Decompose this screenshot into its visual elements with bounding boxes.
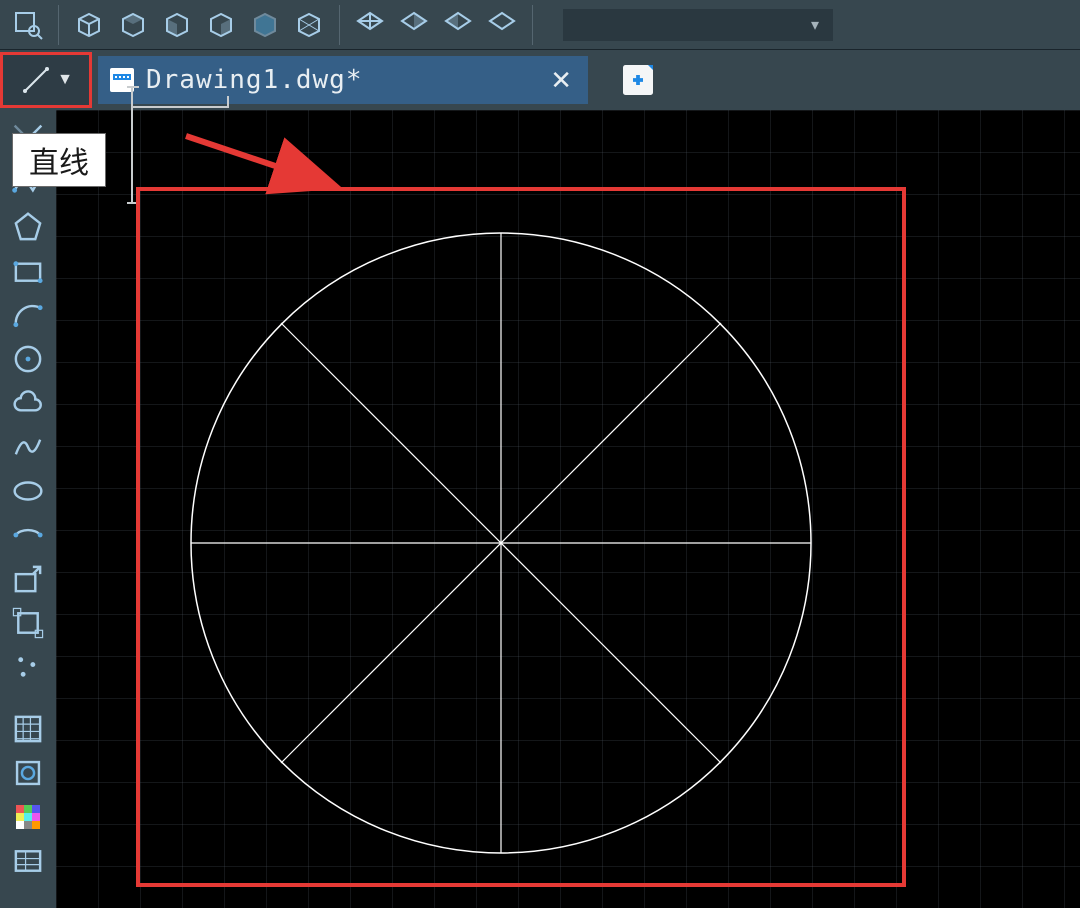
arc-icon[interactable] — [11, 298, 45, 332]
ruler-vertical — [131, 86, 133, 204]
zoom-extents-icon[interactable] — [8, 5, 48, 45]
view-cube-4-icon[interactable] — [201, 5, 241, 45]
view-cube-5-icon[interactable] — [245, 5, 285, 45]
view-cube-1-icon[interactable] — [69, 5, 109, 45]
view-cube-6-icon[interactable] — [289, 5, 329, 45]
view-cube-3-icon[interactable] — [157, 5, 197, 45]
make-block-icon[interactable] — [11, 606, 45, 640]
polygon-icon[interactable] — [11, 210, 45, 244]
region-icon[interactable] — [11, 756, 45, 790]
circle-icon[interactable] — [11, 342, 45, 376]
chevron-down-icon: ▾ — [811, 15, 819, 35]
line-tool-button[interactable]: ▼ — [0, 52, 92, 108]
ellipse-icon[interactable] — [11, 474, 45, 508]
iso-view-2-icon[interactable] — [394, 5, 434, 45]
new-tab-button[interactable] — [618, 60, 658, 100]
table-icon[interactable] — [11, 844, 45, 878]
drawing-canvas[interactable] — [56, 110, 1080, 908]
point-icon[interactable] — [11, 650, 45, 684]
iso-view-4-icon[interactable] — [482, 5, 522, 45]
hatch-icon[interactable] — [11, 712, 45, 746]
dropdown-caret-icon: ▼ — [57, 71, 73, 89]
toolbar-divider — [532, 5, 533, 45]
cloud-icon[interactable] — [11, 386, 45, 420]
top-toolbar: ▾ — [0, 0, 1080, 50]
view-cube-2-icon[interactable] — [113, 5, 153, 45]
ruler-horizontal — [131, 86, 229, 108]
iso-view-3-icon[interactable] — [438, 5, 478, 45]
insert-block-icon[interactable] — [11, 562, 45, 596]
annotation-arrow-icon — [176, 128, 346, 198]
line-tooltip: 直线 — [12, 133, 106, 187]
draw-toolbar — [0, 110, 56, 908]
close-tab-icon[interactable]: ✕ — [550, 65, 572, 96]
color-palette-icon[interactable] — [11, 800, 45, 834]
toolbar-divider — [58, 5, 59, 45]
iso-view-1-icon[interactable] — [350, 5, 390, 45]
view-dropdown[interactable]: ▾ — [563, 9, 833, 41]
drawing-content — [181, 228, 821, 858]
toolbar-divider — [339, 5, 340, 45]
rectangle-icon[interactable] — [11, 254, 45, 288]
main-area — [0, 110, 1080, 908]
ellipse-arc-icon[interactable] — [11, 518, 45, 552]
spline-icon[interactable] — [11, 430, 45, 464]
